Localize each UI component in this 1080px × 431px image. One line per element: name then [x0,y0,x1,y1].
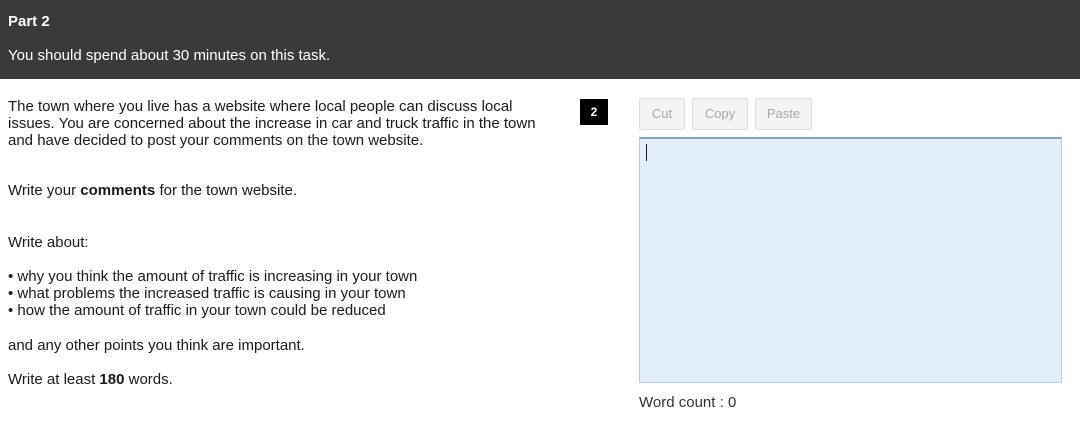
comments-bold: comments [80,182,156,199]
list-item: why you think the amount of traffic is i… [8,268,548,285]
copy-button[interactable]: Copy [692,98,748,130]
words-suffix: words. [124,371,173,388]
answer-editor[interactable] [639,137,1062,383]
word-count-value: 0 [727,394,737,411]
part-title: Part 2 [8,13,50,30]
task-intro: The town where you live has a website wh… [8,98,536,149]
write-about-label: Write about: [8,234,89,251]
cut-button[interactable]: Cut [639,98,685,130]
comments-prefix: Write your [8,182,81,199]
word-count: Word count : 0 [639,394,736,411]
task-comments-line: Write your comments for the town website… [8,182,548,199]
other-points: and any other points you think are impor… [8,337,305,354]
words-bold: 180 [99,371,125,388]
word-requirement: Write at least 180 words. [8,371,548,388]
task-bullet-list: why you think the amount of traffic is i… [8,268,548,319]
time-instruction: You should spend about 30 minutes on thi… [8,47,331,64]
question-number-badge: 2 [580,99,608,125]
words-prefix: Write at least [8,371,100,388]
text-cursor [646,144,647,161]
list-item: what problems the increased traffic is c… [8,285,548,302]
task-header: Part 2 You should spend about 30 minutes… [0,0,1080,79]
task-prompt: The town where you live has a website wh… [8,98,548,388]
comments-suffix: for the town website. [155,182,298,199]
paste-button[interactable]: Paste [755,98,812,130]
word-count-label: Word count : [639,394,728,411]
list-item: how the amount of traffic in your town c… [8,302,548,319]
answer-textarea[interactable] [640,139,1061,382]
